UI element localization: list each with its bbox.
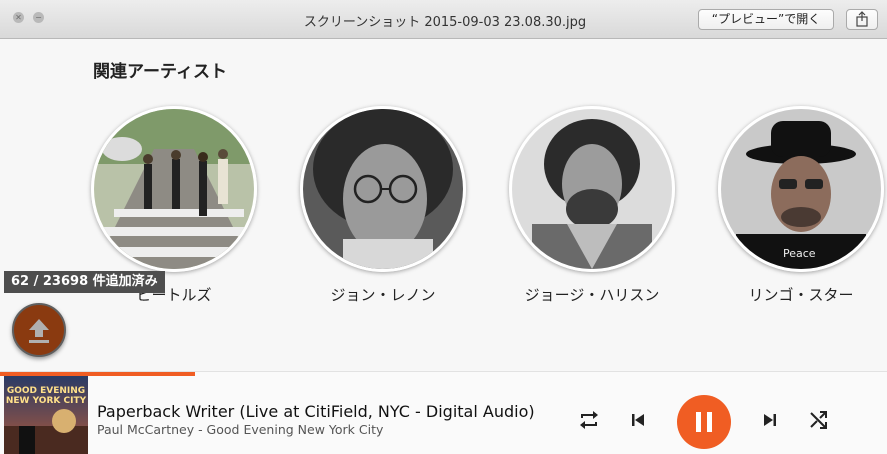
shuffle-button[interactable]	[808, 409, 830, 435]
pause-icon	[696, 412, 712, 432]
artist-name: ジョージ・ハリスン	[524, 286, 660, 304]
album-art[interactable]: GOOD EVENING NEW YORK CITY	[4, 376, 88, 454]
minimize-icon[interactable]: −	[33, 12, 44, 23]
track-artist-album[interactable]: Paul McCartney - Good Evening New York C…	[97, 422, 383, 437]
album-art-title: GOOD EVENING NEW YORK CITY	[5, 386, 87, 406]
next-button[interactable]	[760, 410, 780, 434]
repeat-button[interactable]	[578, 409, 600, 435]
artist-photo: Peace	[718, 106, 884, 272]
artist-card-ringo-starr[interactable]: Peace リンゴ・スター	[718, 106, 884, 305]
artist-photo	[300, 106, 466, 272]
shuffle-icon	[810, 411, 827, 429]
artist-photo	[91, 106, 257, 272]
artist-name: ジョン・レノン	[330, 286, 436, 304]
previous-icon	[632, 414, 644, 426]
next-icon	[764, 414, 776, 426]
open-in-preview-button[interactable]: “プレビュー”で開く	[698, 9, 834, 30]
svg-text:Peace: Peace	[783, 247, 816, 260]
pause-button[interactable]	[677, 395, 731, 449]
upload-icon	[29, 319, 49, 343]
related-artists-panel: 関連アーティスト ビートルズ ジョン・レノン ジョージ・ハリスン Peace リ…	[0, 39, 887, 371]
artist-card-george-harrison[interactable]: ジョージ・ハリスン	[509, 106, 675, 305]
now-playing-bar: GOOD EVENING NEW YORK CITY Paperback Wri…	[0, 371, 887, 454]
track-title: Paperback Writer (Live at CitiField, NYC…	[97, 402, 535, 421]
repeat-icon	[580, 411, 598, 429]
window-title: スクリーンショット 2015-09-03 23.08.30.jpg	[303, 15, 587, 30]
previous-button[interactable]	[628, 410, 648, 434]
share-button[interactable]	[846, 9, 878, 30]
share-icon	[856, 11, 868, 27]
artist-name: リンゴ・スター	[748, 286, 854, 304]
added-count-toast: 62 / 23698 件追加済み	[4, 271, 165, 293]
close-icon[interactable]: ✕	[13, 12, 24, 23]
upload-button[interactable]	[12, 303, 66, 357]
section-title: 関連アーティスト	[93, 62, 227, 82]
artist-photo	[509, 106, 675, 272]
artist-card-john-lennon[interactable]: ジョン・レノン	[300, 106, 466, 305]
window-titlebar: ✕ − スクリーンショット 2015-09-03 23.08.30.jpg “プ…	[0, 0, 887, 39]
